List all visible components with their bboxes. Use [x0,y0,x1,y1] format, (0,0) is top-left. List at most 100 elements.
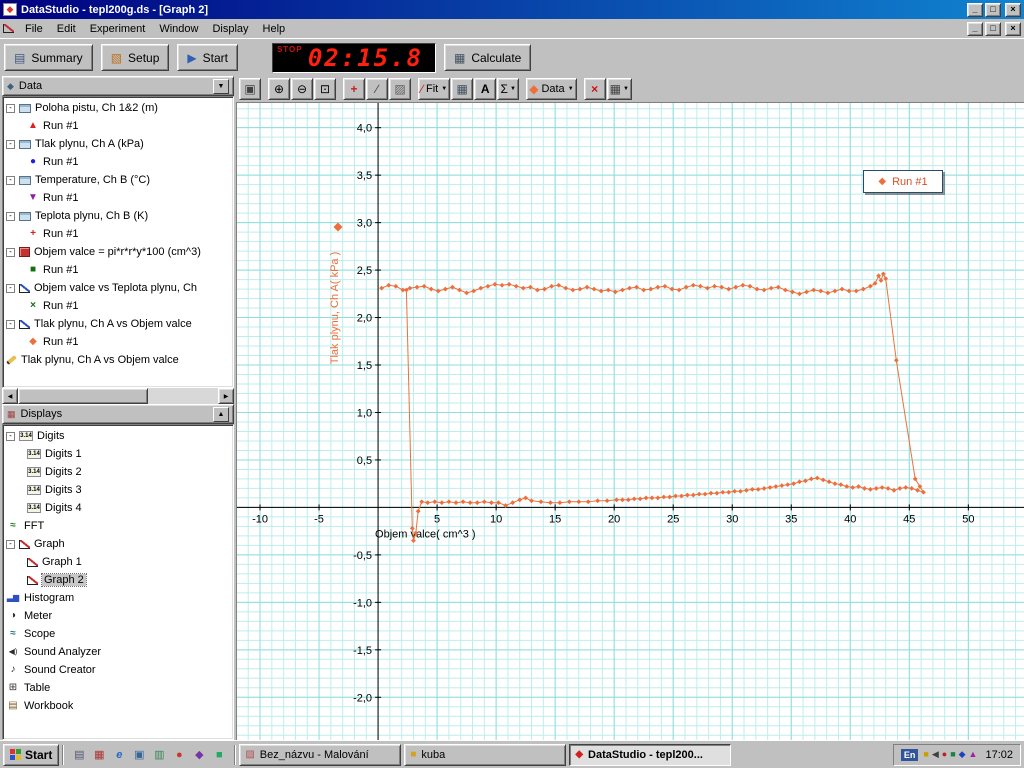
display-item[interactable]: ⊞ Table [3,679,233,697]
scale-to-fit-button[interactable]: ▣ [239,78,261,100]
language-indicator[interactable]: En [900,748,919,761]
display-item[interactable]: ◑ Meter [3,607,233,625]
task-folder-kuba[interactable]: ■ kuba [404,743,567,766]
menu-file[interactable]: File [18,22,50,36]
tray-scheduler-icon[interactable]: ■ [923,749,928,760]
statistics-menu-button[interactable]: Σ ▼ [497,78,520,100]
menu-help[interactable]: Help [256,22,293,36]
run-item[interactable]: ● Run #1 [3,153,233,171]
legend[interactable]: ◆ Run #1 [863,170,943,193]
expand-toggle[interactable]: - [6,319,15,329]
tray-display-icon[interactable]: ■ [950,749,955,760]
mdi-restore-button[interactable]: □ [985,21,1001,36]
data-item[interactable]: - Teplota plynu, Ch B (K) [3,207,233,225]
minimize-button[interactable]: _ [967,2,983,17]
run-item[interactable]: ◆ Run #1 [3,333,233,351]
slope-tool-button[interactable]: ∕ [366,78,388,100]
expand-toggle[interactable]: - [6,247,15,257]
scroll-left-button[interactable]: ◀ [2,388,18,404]
data-item[interactable]: - Objem valce = pi*r*r*y*100 (cm^3) [3,243,233,261]
mdi-close-button[interactable]: × [1005,21,1021,36]
display-item[interactable]: 3.14 Digits 3 [3,481,233,499]
display-item[interactable]: Graph 2 [3,571,233,589]
data-item[interactable]: - Objem valce vs Teplota plynu, Ch [3,279,233,297]
start-button-toolbar[interactable]: ▶ Start [177,44,238,71]
display-item[interactable]: 3.14 Digits 4 [3,499,233,517]
delete-button[interactable]: × [583,78,606,100]
expand-toggle[interactable]: - [6,211,15,221]
menu-experiment[interactable]: Experiment [83,22,153,36]
browser-icon[interactable]: ● [170,746,188,764]
close-button[interactable]: × [1005,2,1021,17]
note-tool-button[interactable]: ▨ [389,78,411,100]
setup-button[interactable]: ▧ Setup [100,44,170,71]
run-item[interactable]: ▼ Run #1 [3,189,233,207]
zoom-in-button[interactable]: ⊕ [268,78,290,100]
restore-button[interactable]: □ [985,2,1001,17]
tray-volume-icon[interactable]: ◀ [932,749,939,760]
scroll-right-button[interactable]: ▶ [218,388,234,404]
text-tool-button[interactable]: A [474,78,497,100]
expand-toggle[interactable]: - [6,139,15,149]
start-button[interactable]: Start [3,743,60,766]
calculate-button[interactable]: ▦ Calculate [443,44,532,71]
display-item[interactable]: ▃▆ Histogram [3,589,233,607]
tray-update-icon[interactable]: ▲ [969,749,978,760]
displays-panel-header[interactable]: ▦ Displays ▲ [2,404,234,424]
display-item[interactable]: 3.14 Digits 1 [3,445,233,463]
display-item[interactable]: ≈ FFT [3,517,233,535]
display-item[interactable]: ▤ Workbook [3,697,233,715]
data-panel-menu-button[interactable]: ▼ [213,78,229,94]
run-item[interactable]: ▲ Run #1 [3,117,233,135]
menu-window[interactable]: Window [152,22,205,36]
summary-button[interactable]: ▤ Summary [4,44,93,71]
data-menu-button[interactable]: ◆ Data ▼ [526,78,577,100]
display-item[interactable]: Graph 1 [3,553,233,571]
task-datastudio[interactable]: ◆ DataStudio - tepl200... [569,743,732,766]
expand-toggle[interactable]: - [6,103,15,113]
mail-icon[interactable]: ▣ [130,746,148,764]
data-item[interactable]: - Temperature, Ch B (°C) [3,171,233,189]
data-item[interactable]: - Tlak plynu, Ch A (kPa) [3,135,233,153]
scrollbar-thumb[interactable] [18,388,148,404]
displays-panel-menu-button[interactable]: ▲ [213,406,229,422]
calculate-tool-button[interactable]: ▦ [451,78,474,100]
tray-antivirus-icon[interactable]: ● [942,749,947,760]
display-item[interactable]: ≈ Scope [3,625,233,643]
run-item[interactable]: ■ Run #1 [3,261,233,279]
data-item[interactable]: - Poloha pistu, Ch 1&2 (m) [3,99,233,117]
documents-icon[interactable]: ▥ [150,746,168,764]
menu-edit[interactable]: Edit [50,22,83,36]
run-item[interactable]: + Run #1 [3,225,233,243]
expand-toggle[interactable]: - [6,431,15,441]
zoom-out-button[interactable]: ⊖ [291,78,313,100]
display-item[interactable]: ◀) Sound Analyzer [3,643,233,661]
data-item[interactable]: - Tlak plynu, Ch A vs Objem valce [3,315,233,333]
expand-toggle[interactable]: - [6,283,15,293]
graph-plot-area[interactable]: -10 -5 5 10 15 20 25 30 35 40 45 50 4,0 3,5 3,0 2,5 2,0 1… [236,102,1024,740]
display-item[interactable]: - Graph [3,535,233,553]
zoom-select-button[interactable]: ⊡ [314,78,336,100]
expand-toggle[interactable]: - [6,539,15,549]
fit-menu-button[interactable]: ∕ Fit ▼ [418,78,451,100]
tools-icon[interactable]: ■ [210,746,228,764]
titlebar[interactable]: ◆ DataStudio - tepl200g.ds - [Graph 2] _… [0,0,1024,19]
display-item[interactable]: ♪ Sound Creator [3,661,233,679]
show-desktop-icon[interactable]: ▤ [70,746,88,764]
run-item[interactable]: × Run #1 [3,297,233,315]
data-item[interactable]: Tlak plynu, Ch A vs Objem valce [3,351,233,369]
task-paint[interactable]: ▨ Bez_názvu - Malování [239,743,402,766]
smart-tool-button[interactable]: + [343,78,365,100]
display-item[interactable]: -3.14 Digits [3,427,233,445]
display-item[interactable]: 3.14 Digits 2 [3,463,233,481]
notes-icon[interactable]: ▦ [90,746,108,764]
media-icon[interactable]: ◆ [190,746,208,764]
data-tree-scrollbar[interactable]: ◀ ▶ [2,388,234,404]
menu-display[interactable]: Display [205,22,255,36]
graph-settings-button[interactable]: ▦ ▼ [606,78,632,100]
expand-toggle[interactable]: - [6,175,15,185]
tray-network-icon[interactable]: ◆ [959,749,966,760]
data-panel-header[interactable]: ◆ Data ▼ [2,76,234,96]
mdi-minimize-button[interactable]: _ [967,21,983,36]
internet-explorer-icon[interactable]: e [110,746,128,764]
